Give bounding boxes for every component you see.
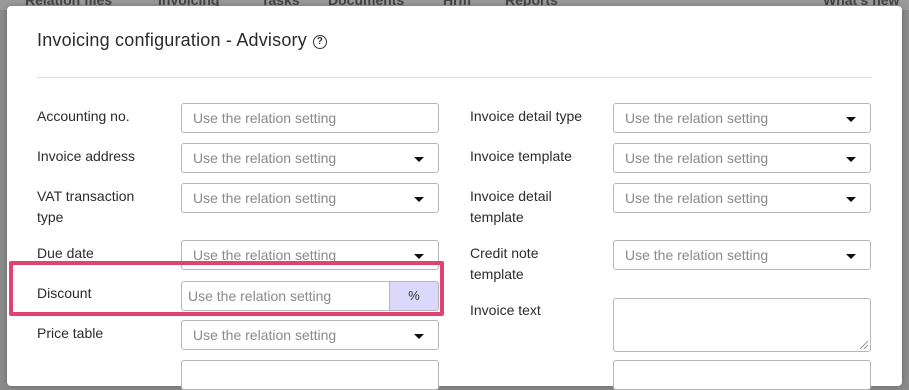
- label-invoice-template: Invoice template: [470, 148, 572, 164]
- label-credit-note-template: Credit note template: [470, 245, 539, 282]
- resize-grip-icon[interactable]: [860, 341, 868, 349]
- accounting-no-input[interactable]: Use the relation setting: [181, 103, 439, 133]
- chevron-down-icon: [414, 254, 424, 259]
- invoice-address-select[interactable]: Use the relation setting: [181, 143, 439, 173]
- price-table-value: Use the relation setting: [193, 327, 337, 343]
- chevron-down-icon: [846, 157, 856, 162]
- label-invoice-text: Invoice text: [470, 302, 541, 318]
- chevron-down-icon: [414, 197, 424, 202]
- label-accounting-no: Accounting no.: [37, 108, 130, 124]
- chevron-down-icon: [846, 254, 856, 259]
- invoice-address-value: Use the relation setting: [193, 150, 337, 166]
- invoice-detail-template-value: Use the relation setting: [625, 190, 769, 206]
- credit-note-template-value: Use the relation setting: [625, 247, 769, 263]
- modal-title-text: Invoicing configuration - Advisory: [37, 30, 307, 50]
- invoice-detail-template-select[interactable]: Use the relation setting: [613, 183, 871, 213]
- label-price-table: Price table: [37, 325, 104, 341]
- chevron-down-icon: [846, 117, 856, 122]
- next-right-field-select[interactable]: [613, 360, 871, 390]
- vat-transaction-type-select[interactable]: Use the relation setting: [181, 183, 439, 213]
- invoice-detail-type-select[interactable]: Use the relation setting: [613, 103, 871, 133]
- label-vat-transaction-type: VAT transaction type: [37, 188, 135, 225]
- label-invoice-address: Invoice address: [37, 148, 136, 164]
- invoice-template-select[interactable]: Use the relation setting: [613, 143, 871, 173]
- chevron-down-icon: [414, 334, 424, 339]
- help-icon[interactable]: ?: [312, 35, 327, 49]
- modal-title: Invoicing configuration - Advisory?: [37, 30, 327, 51]
- discount-highlight-box: [9, 261, 444, 316]
- invoice-detail-type-value: Use the relation setting: [625, 110, 769, 126]
- invoice-template-value: Use the relation setting: [625, 150, 769, 166]
- credit-note-template-select[interactable]: Use the relation setting: [613, 240, 871, 270]
- chevron-down-icon: [414, 157, 424, 162]
- vat-transaction-type-value: Use the relation setting: [193, 190, 337, 206]
- invoicing-config-modal: Invoicing configuration - Advisory? Acco…: [7, 6, 902, 390]
- title-divider: [37, 77, 872, 78]
- invoice-text-area[interactable]: [613, 298, 871, 352]
- next-field-select[interactable]: [181, 360, 439, 390]
- label-invoice-detail-type: Invoice detail type: [470, 108, 583, 124]
- label-invoice-detail-template: Invoice detail template: [470, 188, 552, 225]
- chevron-down-icon: [846, 197, 856, 202]
- price-table-select[interactable]: Use the relation setting: [181, 320, 439, 350]
